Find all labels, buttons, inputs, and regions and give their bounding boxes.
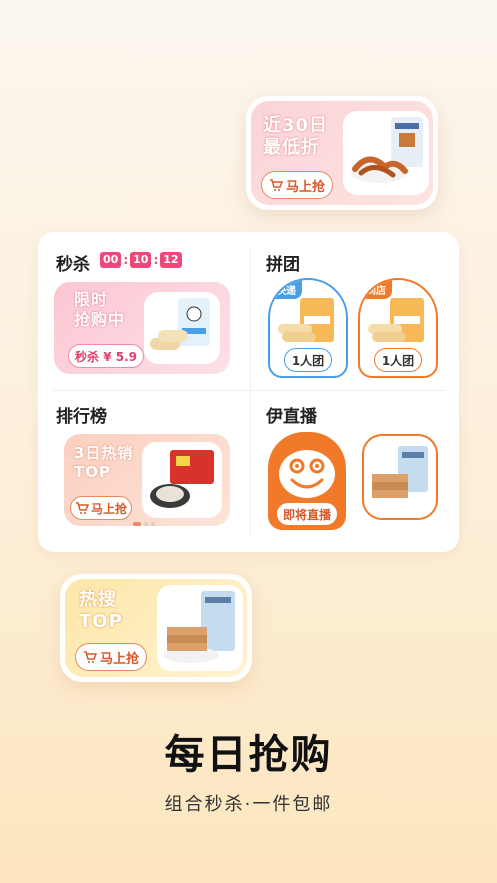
group-button-label: 1人团 (381, 353, 415, 368)
snack-product-illustration (368, 298, 424, 342)
cart-icon (83, 651, 97, 663)
ranking-card[interactable]: 3日热销 TOP 马上抢 (64, 434, 230, 526)
product-image[interactable] (343, 111, 429, 195)
activity-grid-card: 秒杀 00 : 10 : 12 限时 抢购中 秒杀 ¥ 5.9 拼团 快递 1人… (38, 232, 459, 552)
group-button-label: 1人团 (291, 353, 325, 368)
cracker-product-illustration (163, 591, 235, 663)
ranking-title[interactable]: 排行榜 (56, 402, 107, 427)
flash-price-label: 秒杀 ¥ 5.9 (75, 349, 137, 364)
live-product-card[interactable] (362, 434, 438, 520)
group-buy-title[interactable]: 拼团 (266, 250, 300, 275)
upcoming-live-label: 即将直播 (282, 507, 331, 522)
timer-minutes: 10 (130, 252, 152, 268)
live-title[interactable]: 伊直播 (266, 402, 317, 427)
snack-product-illustration (351, 117, 423, 183)
grab-now-label: 马上抢 (99, 651, 139, 667)
lowest-discount-promo-card[interactable]: 近30日 最低折 马上抢 (246, 96, 438, 210)
timer-hours: 00 (100, 252, 122, 268)
divider (250, 246, 251, 538)
snack-product-illustration (150, 450, 214, 508)
carousel-indicator (133, 522, 155, 526)
brand-slogan: 组合秒杀·一件包邮 (164, 794, 333, 815)
cart-icon (269, 179, 283, 191)
product-image[interactable] (157, 585, 243, 671)
live-mascot-card[interactable]: 即将直播 (268, 432, 346, 530)
hot-search-promo-card[interactable]: 热搜 TOP 马上抢 (60, 574, 252, 682)
grab-now-button[interactable]: 马上抢 (70, 496, 132, 520)
promo-title: 近30日 最低折 (263, 115, 329, 158)
ranking-card-title: 3日热销 TOP (74, 444, 134, 481)
promo-title: 热搜 TOP (79, 589, 123, 632)
snack-product-illustration (278, 298, 334, 342)
one-person-group-button[interactable]: 1人团 (284, 348, 332, 372)
grab-now-button[interactable]: 马上抢 (75, 643, 147, 671)
upcoming-live-button[interactable]: 即将直播 (276, 502, 338, 526)
divider (52, 390, 445, 391)
product-image[interactable] (144, 292, 220, 364)
frog-mascot-icon (279, 450, 335, 498)
cracker-product-illustration (372, 446, 428, 498)
grab-now-button[interactable]: 马上抢 (261, 171, 333, 199)
brand-title: 每日抢购 (164, 732, 333, 778)
flash-sale-card-title: 限时 抢购中 (74, 290, 126, 329)
one-person-group-button[interactable]: 1人团 (374, 348, 422, 372)
product-image[interactable] (142, 442, 222, 518)
flash-price-button[interactable]: 秒杀 ¥ 5.9 (68, 344, 144, 368)
cart-icon (75, 502, 89, 514)
flash-sale-title[interactable]: 秒杀 (56, 250, 90, 275)
countdown-timer: 00 : 10 : 12 (100, 252, 182, 268)
group-buy-express-card[interactable]: 快递 1人团 (268, 278, 348, 378)
biscuit-product-illustration (150, 298, 210, 350)
timer-seconds: 12 (160, 252, 182, 268)
grab-now-label: 马上抢 (90, 501, 127, 516)
group-buy-store-card[interactable]: 到店 1人团 (358, 278, 438, 378)
flash-sale-card[interactable]: 限时 抢购中 秒杀 ¥ 5.9 (54, 282, 230, 374)
grab-now-label: 马上抢 (285, 179, 325, 195)
